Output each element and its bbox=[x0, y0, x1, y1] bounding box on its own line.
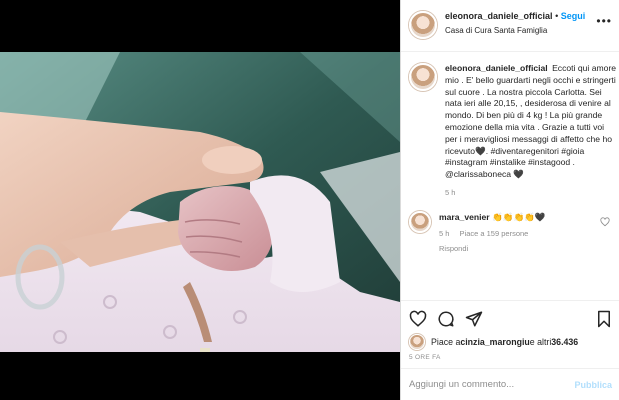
caption-avatar[interactable] bbox=[409, 63, 437, 91]
comment-icon[interactable] bbox=[437, 310, 455, 328]
post-photo[interactable] bbox=[0, 52, 400, 352]
post-header-text: eleonora_daniele_official • Segui Casa d… bbox=[445, 10, 585, 37]
comments-area[interactable]: eleonora_daniele_official Eccoti qui amo… bbox=[401, 53, 619, 300]
newborn-hand-photo bbox=[0, 52, 400, 352]
post-side-panel: eleonora_daniele_official • Segui Casa d… bbox=[400, 0, 619, 400]
bookmark-icon[interactable] bbox=[596, 310, 612, 328]
publish-button[interactable]: Pubblica bbox=[574, 380, 612, 390]
post-photo-pane bbox=[0, 0, 400, 400]
liker-avatar bbox=[409, 334, 425, 350]
likes-prefix: Piace a bbox=[431, 337, 461, 347]
liked-by-user[interactable]: cinzia_marongiu bbox=[460, 337, 529, 347]
comment-text: 👏👏👏👏🖤 bbox=[492, 211, 546, 222]
comment-time: 5 h bbox=[439, 228, 450, 238]
commenter-username[interactable]: mara_venier bbox=[439, 212, 490, 222]
commenter-avatar[interactable] bbox=[409, 210, 431, 233]
likes-count[interactable]: 36.436 bbox=[551, 337, 578, 347]
separator-dot: • bbox=[555, 11, 559, 21]
author-avatar[interactable] bbox=[409, 11, 437, 39]
comment-item: mara_venier 👏👏👏👏🖤 5 h Piace a 159 person… bbox=[409, 210, 612, 255]
comment-body: mara_venier 👏👏👏👏🖤 5 h Piace a 159 person… bbox=[439, 211, 599, 255]
caption-mention[interactable]: @clarissaboneca 🖤 bbox=[445, 169, 524, 179]
caption-time: 5 h bbox=[445, 187, 456, 197]
reply-button[interactable]: Rispondi bbox=[439, 243, 599, 255]
heart-icon[interactable] bbox=[409, 310, 427, 328]
caption-text: eleonora_daniele_official Eccoti qui amo… bbox=[445, 63, 617, 181]
action-bar bbox=[409, 306, 612, 332]
caption-username[interactable]: eleonora_daniele_official bbox=[445, 63, 548, 73]
post-location[interactable]: Casa di Cura Santa Famiglia bbox=[445, 25, 585, 37]
post-actions: Piace a cinzia_marongiu e altri 36.436 5… bbox=[401, 300, 619, 368]
author-username[interactable]: eleonora_daniele_official bbox=[445, 11, 553, 21]
post-header: eleonora_daniele_official • Segui Casa d… bbox=[401, 0, 619, 52]
caption: eleonora_daniele_official Eccoti qui amo… bbox=[409, 63, 616, 197]
author-line: eleonora_daniele_official • Segui bbox=[445, 10, 585, 22]
add-comment-bar: Pubblica bbox=[401, 368, 619, 400]
more-options-icon[interactable]: ••• bbox=[596, 14, 612, 28]
share-icon[interactable] bbox=[465, 310, 483, 328]
likes-suffix: e altri bbox=[529, 337, 552, 347]
comment-meta: 5 h Piace a 159 persone bbox=[439, 228, 599, 240]
comment-likes[interactable]: Piace a 159 persone bbox=[460, 229, 529, 238]
likes-summary[interactable]: Piace a cinzia_marongiu e altri 36.436 bbox=[409, 334, 612, 350]
heart-outline-icon[interactable] bbox=[600, 217, 610, 229]
caption-body: Eccoti qui amore mio . E' bello guardart… bbox=[445, 63, 617, 156]
follow-button[interactable]: Segui bbox=[561, 11, 586, 21]
post-age: 5 ORE FA bbox=[409, 354, 441, 361]
comment-input[interactable] bbox=[409, 379, 569, 390]
